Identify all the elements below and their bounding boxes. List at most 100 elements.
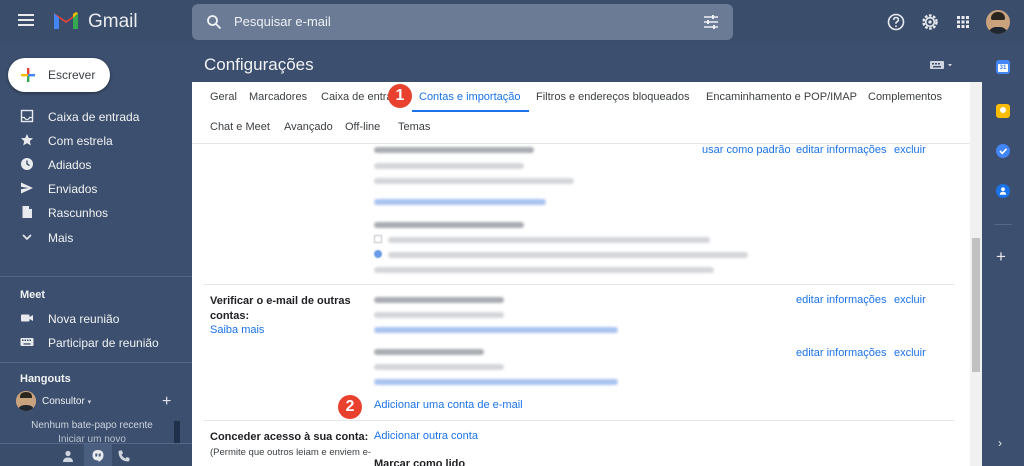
meet-section-title: Meet xyxy=(20,289,46,301)
step-marker-1: 1 xyxy=(388,84,412,108)
blurred-text xyxy=(374,312,504,318)
tab-advanced[interactable]: Avançado xyxy=(284,121,333,133)
account-avatar[interactable] xyxy=(986,10,1010,34)
chevron-right-icon[interactable]: › xyxy=(998,436,1002,450)
row-separator xyxy=(204,284,954,285)
delete-link[interactable]: excluir xyxy=(894,294,926,306)
search-input[interactable]: Pesquisar e-mail xyxy=(234,14,331,29)
sidebar-item-snoozed[interactable]: Adiados xyxy=(0,154,190,176)
sidebar-item-sent[interactable]: Enviados xyxy=(0,178,190,200)
tab-labels[interactable]: Marcadores xyxy=(249,91,307,103)
sidebar-scrollbar[interactable] xyxy=(174,421,180,443)
blurred-link xyxy=(374,327,618,333)
search-icon[interactable] xyxy=(206,14,222,30)
learn-more-link[interactable]: Saiba mais xyxy=(210,324,264,336)
hangouts-user-name[interactable]: Consultor ▾ xyxy=(42,396,91,407)
keep-icon[interactable] xyxy=(996,104,1010,118)
star-icon xyxy=(21,134,33,146)
hangouts-user-label: Consultor xyxy=(42,396,85,407)
edit-info-link[interactable]: editar informações xyxy=(796,144,887,156)
add-another-account-link[interactable]: Adicionar outra conta xyxy=(374,430,478,442)
step-marker-2: 2 xyxy=(338,395,362,419)
tab-accounts-import[interactable]: Contas e importação xyxy=(419,91,521,103)
add-addon-icon[interactable]: + xyxy=(996,248,1006,265)
edit-info-link[interactable]: editar informações xyxy=(796,294,887,306)
tab-forwarding[interactable]: Encaminhamento e POP/IMAP xyxy=(706,91,857,103)
settings-content: usar como padrão editar informações excl… xyxy=(192,144,970,466)
sidebar-item-starred[interactable]: Com estrela xyxy=(0,130,190,152)
brand-name: Gmail xyxy=(88,11,138,32)
sidebar-item-label: Rascunhos xyxy=(48,206,109,220)
sidebar-item-label: Nova reunião xyxy=(48,312,120,326)
use-as-default-link[interactable]: usar como padrão xyxy=(702,144,791,156)
tab-inbox[interactable]: Caixa de entrada xyxy=(321,91,395,103)
delete-link[interactable]: excluir xyxy=(894,347,926,359)
settings-tabs: Geral Marcadores Caixa de entrada Contas… xyxy=(192,82,970,144)
hangouts-section-title: Hangouts xyxy=(20,373,71,385)
input-tools-icon[interactable] xyxy=(930,60,954,70)
sidebar-divider xyxy=(0,362,192,363)
check-mail-label: Verificar o e-mail de outras contas: xyxy=(210,295,351,322)
blurred-text xyxy=(374,163,524,169)
gmail-logo[interactable] xyxy=(52,9,80,31)
chevron-down-icon xyxy=(22,234,32,241)
sidebar-item-label: Participar de reunião xyxy=(48,336,159,350)
clock-icon xyxy=(21,158,33,170)
sidebar-item-join-meeting[interactable]: Participar de reunião xyxy=(0,332,190,354)
hangouts-chat-icon[interactable] xyxy=(91,449,105,463)
add-email-account-link[interactable]: Adicionar uma conta de e-mail xyxy=(374,399,523,411)
sidebar-item-label: Adiados xyxy=(48,158,92,172)
compose-button[interactable]: Escrever xyxy=(8,58,110,92)
grant-access-label: Conceder acesso à sua conta: xyxy=(210,431,369,443)
blurred-text xyxy=(374,222,524,228)
scrollbar-thumb[interactable] xyxy=(972,238,980,372)
active-tab-indicator xyxy=(412,110,529,112)
blurred-text xyxy=(388,252,748,258)
blurred-text xyxy=(374,147,534,153)
blurred-link xyxy=(374,379,618,385)
delete-link[interactable]: excluir xyxy=(894,144,926,156)
sidebar-item-new-meeting[interactable]: Nova reunião xyxy=(0,308,190,330)
person-icon[interactable] xyxy=(61,449,75,463)
settings-scrollbar[interactable] xyxy=(970,82,982,466)
blurred-text xyxy=(374,297,504,303)
gear-icon[interactable] xyxy=(920,12,940,32)
no-chats-text: Nenhum bate-papo recente xyxy=(31,420,153,431)
row-separator xyxy=(204,420,954,421)
tab-addons[interactable]: Complementos xyxy=(868,91,942,103)
sidebar-item-more[interactable]: Mais xyxy=(0,227,190,249)
top-bar: Gmail Pesquisar e-mail xyxy=(0,0,1024,44)
tab-offline[interactable]: Off-line xyxy=(345,121,380,133)
search-bar[interactable]: Pesquisar e-mail xyxy=(192,4,733,40)
avatar[interactable] xyxy=(16,391,36,411)
keyboard-icon xyxy=(20,338,34,346)
help-icon[interactable] xyxy=(886,12,906,32)
tab-themes[interactable]: Temas xyxy=(398,121,430,133)
mark-as-read-label: Marcar como lido xyxy=(374,458,466,466)
sidebar-item-inbox[interactable]: Caixa de entrada xyxy=(0,106,190,128)
blurred-radio xyxy=(374,250,382,258)
tab-general[interactable]: Geral xyxy=(210,91,237,103)
sidebar-item-drafts[interactable]: Rascunhos xyxy=(0,202,190,224)
blurred-checkbox xyxy=(374,235,382,243)
menu-icon[interactable] xyxy=(18,14,34,26)
settings-panel: Geral Marcadores Caixa de entrada Contas… xyxy=(192,82,970,466)
sidebar-item-label: Caixa de entrada xyxy=(48,110,140,124)
blurred-link xyxy=(374,199,546,205)
edit-info-link[interactable]: editar informações xyxy=(796,347,887,359)
send-icon xyxy=(21,182,33,194)
blurred-text xyxy=(374,178,574,184)
blurred-text xyxy=(374,364,504,370)
apps-grid-icon[interactable] xyxy=(953,12,973,32)
phone-icon[interactable] xyxy=(117,449,131,463)
tab-filters[interactable]: Filtros e endereços bloqueados xyxy=(536,91,689,103)
tasks-icon[interactable] xyxy=(996,144,1010,158)
add-chat-icon[interactable]: + xyxy=(162,393,171,411)
plus-icon xyxy=(21,68,35,82)
sidebar-divider xyxy=(0,276,192,277)
search-options-icon[interactable] xyxy=(703,14,719,30)
tab-chat-meet[interactable]: Chat e Meet xyxy=(210,121,270,133)
calendar-icon[interactable]: 31 xyxy=(996,60,1010,74)
sidebar-item-label: Mais xyxy=(48,231,74,245)
contacts-icon[interactable] xyxy=(996,184,1010,198)
